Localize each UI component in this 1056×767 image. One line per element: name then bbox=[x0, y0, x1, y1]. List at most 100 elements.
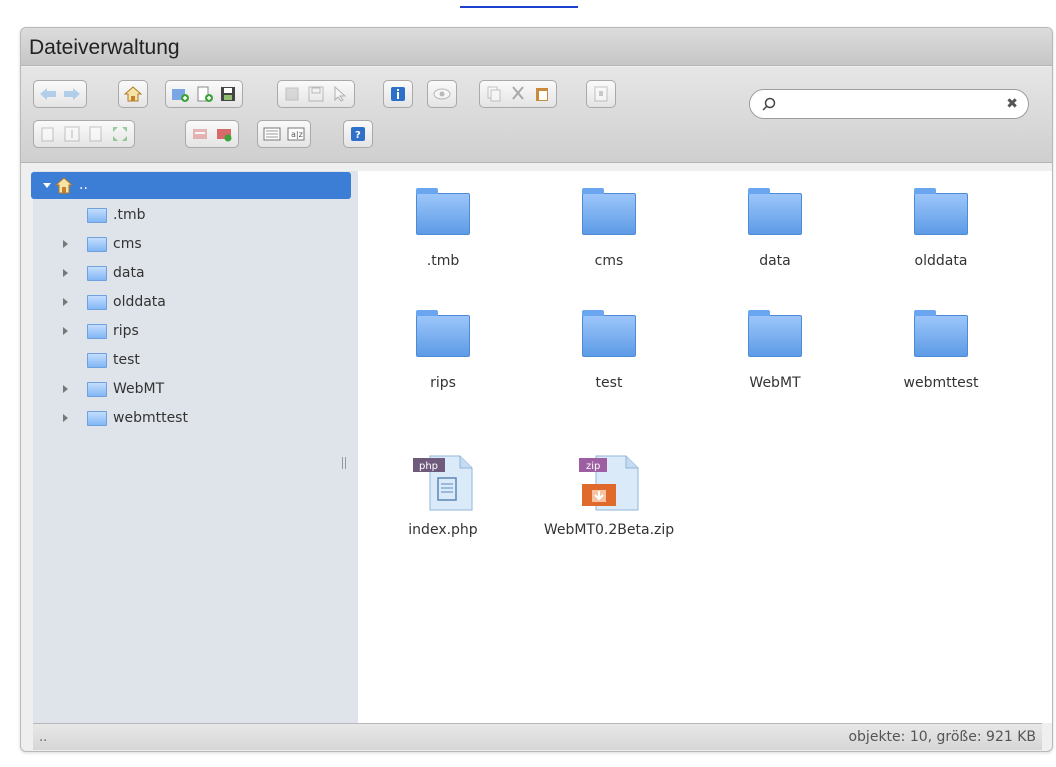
save-icon[interactable] bbox=[217, 83, 239, 105]
tree-item[interactable]: olddata bbox=[63, 291, 166, 313]
preview-eye-icon[interactable] bbox=[431, 83, 453, 105]
select-icon[interactable] bbox=[329, 83, 351, 105]
window-title: Dateiverwaltung bbox=[29, 36, 180, 59]
cut-icon[interactable] bbox=[507, 83, 529, 105]
expand-arrow-icon[interactable] bbox=[63, 327, 68, 335]
home-icon[interactable] bbox=[122, 83, 144, 105]
rename-icon[interactable] bbox=[61, 123, 83, 145]
edit-file-icon[interactable] bbox=[85, 123, 107, 145]
folder-icon bbox=[87, 265, 107, 281]
file-badge: php bbox=[419, 461, 438, 472]
tree-item[interactable]: WebMT bbox=[63, 378, 164, 400]
tree-item[interactable]: cms bbox=[63, 233, 142, 255]
header-link[interactable] bbox=[460, 0, 578, 8]
tree-item-label: cms bbox=[113, 236, 142, 252]
file-item[interactable]: zip WebMT0.2Beta.zip bbox=[539, 454, 679, 538]
create-group bbox=[165, 80, 243, 108]
folder-icon bbox=[87, 236, 107, 252]
home-icon bbox=[55, 176, 73, 193]
extract-icon[interactable] bbox=[189, 123, 211, 145]
open-icon[interactable] bbox=[281, 83, 303, 105]
home-group bbox=[118, 80, 148, 108]
view-group: a|z bbox=[257, 120, 311, 148]
tree-item-label: data bbox=[113, 265, 145, 281]
file-item[interactable]: WebMT bbox=[705, 310, 845, 391]
tree-item[interactable]: data bbox=[63, 262, 145, 284]
help-icon[interactable]: ? bbox=[347, 123, 369, 145]
tree-item-label: .tmb bbox=[113, 207, 146, 223]
tree-item[interactable]: rips bbox=[63, 320, 139, 342]
folder-icon bbox=[87, 381, 107, 397]
folder-icon bbox=[87, 294, 107, 310]
extract-group bbox=[185, 120, 239, 148]
file-item[interactable]: php index.php bbox=[373, 454, 513, 538]
tree-item-label: webmttest bbox=[113, 410, 188, 426]
tree-item[interactable]: webmttest bbox=[63, 407, 188, 429]
archive-icon[interactable] bbox=[590, 83, 612, 105]
status-summary: objekte: 10, größe: 921 KB bbox=[848, 729, 1036, 745]
edit-group-a bbox=[277, 80, 355, 108]
info-icon[interactable] bbox=[387, 83, 409, 105]
folder-icon bbox=[87, 207, 107, 223]
duplicate-icon[interactable] bbox=[37, 123, 59, 145]
file-name: WebMT0.2Beta.zip bbox=[543, 522, 675, 538]
file-item[interactable]: cms bbox=[539, 188, 679, 269]
file-item[interactable]: rips bbox=[373, 310, 513, 391]
status-bar: .. objekte: 10, größe: 921 KB bbox=[33, 723, 1042, 750]
save-disabled-icon[interactable] bbox=[305, 83, 327, 105]
help-group: ? bbox=[343, 120, 373, 148]
file-item[interactable]: webmttest bbox=[871, 310, 1011, 391]
preview-group bbox=[427, 80, 457, 108]
expand-arrow-icon[interactable] bbox=[63, 385, 68, 393]
title-bar: Dateiverwaltung bbox=[21, 28, 1052, 66]
file-grid: .tmb cms data olddata rips test WebMT we… bbox=[358, 171, 1052, 723]
search-input[interactable] bbox=[784, 94, 994, 114]
copy-icon[interactable] bbox=[483, 83, 505, 105]
resize-icon[interactable] bbox=[109, 123, 131, 145]
folder-icon bbox=[914, 188, 968, 235]
folder-icon bbox=[748, 310, 802, 357]
tree-item-label: WebMT bbox=[113, 381, 165, 397]
svg-text:a|z: a|z bbox=[291, 130, 303, 139]
folder-icon bbox=[416, 310, 470, 357]
tree-root-row: .. bbox=[43, 174, 88, 196]
folder-icon bbox=[87, 410, 107, 426]
clipboard-group bbox=[479, 80, 557, 108]
compress-icon[interactable] bbox=[213, 123, 235, 145]
sort-icon[interactable]: a|z bbox=[285, 123, 307, 145]
php-file-icon: php bbox=[413, 455, 473, 511]
expand-arrow-icon[interactable] bbox=[43, 182, 51, 188]
file-item[interactable]: .tmb bbox=[373, 188, 513, 269]
file-manager-window: Dateiverwaltung ✖ a|z ? .. .tmb cms data… bbox=[20, 27, 1053, 752]
back-icon[interactable] bbox=[37, 83, 59, 105]
tree-item[interactable]: test bbox=[87, 349, 140, 371]
file-item[interactable]: test bbox=[539, 310, 679, 391]
paste-icon[interactable] bbox=[531, 83, 553, 105]
tree-item-label: rips bbox=[113, 323, 139, 339]
tree-item-label: olddata bbox=[113, 294, 166, 310]
expand-arrow-icon[interactable] bbox=[63, 269, 68, 277]
tree-item[interactable]: .tmb bbox=[87, 204, 145, 226]
expand-arrow-icon[interactable] bbox=[63, 240, 68, 248]
file-name: olddata bbox=[914, 253, 968, 269]
file-item[interactable]: olddata bbox=[871, 188, 1011, 269]
panel-resize-handle[interactable] bbox=[342, 457, 346, 469]
expand-arrow-icon[interactable] bbox=[63, 298, 68, 306]
archive-group bbox=[586, 80, 616, 108]
forward-icon[interactable] bbox=[61, 83, 83, 105]
zip-file-icon: zip bbox=[579, 455, 639, 511]
file-name: index.php bbox=[408, 522, 478, 538]
search-box[interactable]: ✖ bbox=[749, 89, 1029, 119]
folder-icon bbox=[87, 323, 107, 339]
file-name: data bbox=[759, 253, 791, 269]
tree-item-label: test bbox=[113, 352, 140, 368]
file-name: cms bbox=[594, 253, 624, 269]
new-folder-icon[interactable] bbox=[169, 83, 191, 105]
file-item[interactable]: data bbox=[705, 188, 845, 269]
list-view-icon[interactable] bbox=[261, 123, 283, 145]
expand-arrow-icon[interactable] bbox=[63, 414, 68, 422]
clear-search-icon[interactable]: ✖ bbox=[1006, 96, 1018, 112]
info-group bbox=[383, 80, 413, 108]
file-name: .tmb bbox=[426, 253, 460, 269]
new-file-icon[interactable] bbox=[193, 83, 215, 105]
